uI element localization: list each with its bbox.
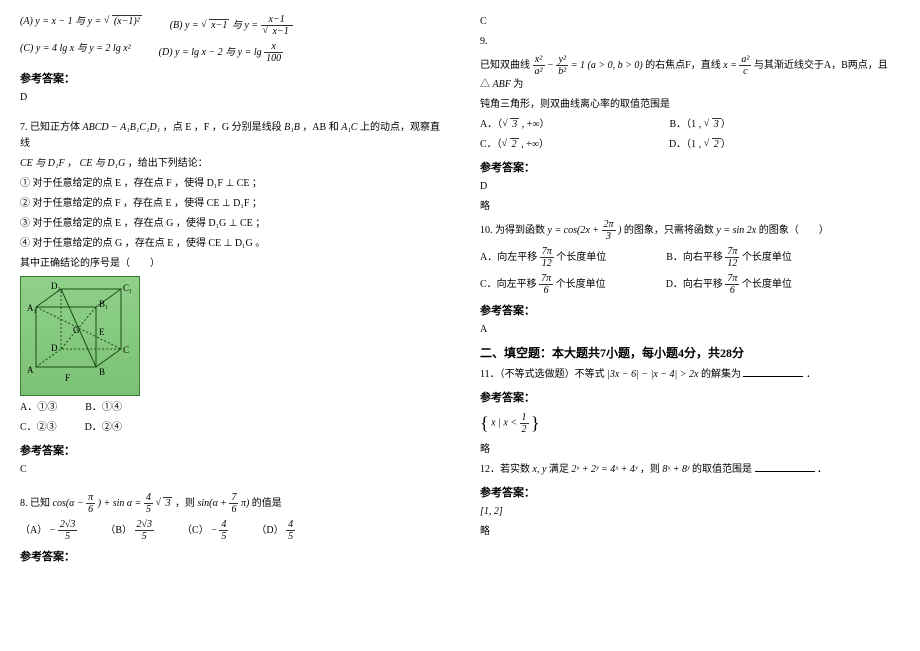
answer-label: 参考答案：	[480, 302, 900, 318]
svg-text:C₁: C₁	[123, 283, 132, 293]
q8-A: （A） − 2√35	[20, 519, 77, 542]
svg-text:C: C	[123, 345, 129, 355]
q10-row2: C．向左平移 7π6 个长度单位 D．向右平移 7π6 个长度单位	[480, 273, 900, 296]
q8-D: （D） 45	[256, 519, 295, 542]
q7-answer: C	[20, 462, 440, 478]
svg-text:A₁: A₁	[27, 303, 37, 313]
q10-C: C．向左平移 7π6 个长度单位	[480, 273, 606, 296]
q7-options-1: A．①③ B．①④	[20, 400, 440, 416]
q6-options-row1: (A) y = x − 1 与 y = (x−1)² (B) y = x−1 与…	[20, 14, 440, 37]
q9-B: B．（1 , 3）	[670, 117, 731, 133]
svg-text:G: G	[73, 325, 80, 335]
q9-D: D．（1 , 2）	[669, 137, 731, 153]
svg-text:E: E	[99, 327, 105, 337]
q7-s3: ③ 对于任意给定的点 E ，存在点 G ，使得 D₁G ⊥ CE ；	[20, 216, 440, 232]
q10-row1: A．向左平移 7π12 个长度单位 B．向右平移 7π12 个长度单位	[480, 246, 900, 269]
answer-label: 参考答案：	[20, 442, 440, 458]
q7-s1: ① 对于任意给定的点 E ，存在点 F ，使得 D₁F ⊥ CE ；	[20, 176, 440, 192]
answer-label: 参考答案：	[20, 70, 440, 86]
svg-text:B₁: B₁	[99, 299, 108, 309]
q6-optA: (A) y = x − 1 与 y = (x−1)²	[20, 14, 142, 37]
answer-label: 参考答案：	[20, 548, 440, 564]
q11-stem: 11．（不等式选做题）不等式 |3x − 6| − |x − 4| > 2x 的…	[480, 367, 900, 383]
q6-options-row2: (C) y = 4 lg x 与 y = 2 lg x² (D) y = lg …	[20, 41, 440, 64]
q9-A: A．（3 , +∞）	[480, 117, 550, 133]
answer-label: 参考答案：	[480, 484, 900, 500]
lue: 略	[480, 199, 900, 215]
blank	[755, 463, 815, 472]
svg-text:D₁: D₁	[51, 281, 61, 291]
q9-row1: A．（3 , +∞） B．（1 , 3）	[480, 117, 900, 133]
q6-optB: (B) y = x−1 与 y = x−1 x−1	[170, 14, 293, 37]
q7-stem-line2: CE 与 D₁F ， CE 与 D₁G ，给出下列结论：	[20, 156, 440, 172]
svg-text:F: F	[65, 373, 70, 383]
blank	[743, 368, 803, 377]
answer-label: 参考答案：	[480, 389, 900, 405]
svg-text:B: B	[99, 367, 105, 377]
q8-options: （A） − 2√35 （B） 2√35 （C） − 45 （D） 45	[20, 519, 440, 542]
left-column: (A) y = x − 1 与 y = (x−1)² (B) y = x−1 与…	[0, 0, 460, 651]
q9-C: C．（2 , +∞）	[480, 137, 549, 153]
q9-stem-1: 已知双曲线 x²a² − y²b² = 1 (a > 0, b > 0) 的右焦…	[480, 54, 900, 93]
q9-answer: D	[480, 179, 900, 195]
q10-answer: A	[480, 322, 900, 338]
lue: 略	[480, 524, 900, 540]
cube-figure: A₁ B₁ C₁ D₁ A B C D E F G	[20, 276, 140, 396]
q8-stem: 8. 已知 cos(α − π 6 ) + sin α = 4 5 3 ，则 s…	[20, 492, 440, 515]
q8-C: （C） − 45	[182, 519, 228, 542]
q9-stem-2: 钝角三角形，则双曲线离心率的取值范围是	[480, 97, 900, 113]
q12-answer: [1, 2]	[480, 504, 900, 520]
section2-title: 二、填空题：本大题共7小题，每小题4分，共28分	[480, 344, 900, 361]
svg-text:A: A	[27, 365, 34, 375]
svg-text:D: D	[51, 343, 58, 353]
q7-s4: ④ 对于任意给定的点 G ，存在点 E ，使得 CE ⊥ D₁G 。	[20, 236, 440, 252]
right-column: C 9. 已知双曲线 x²a² − y²b² = 1 (a > 0, b > 0…	[460, 0, 920, 651]
answer-label: 参考答案：	[480, 159, 900, 175]
q6-optD: (D) y = lg x − 2 与 y = lg x 100	[159, 41, 284, 64]
q7-stem-line1: 7. 已知正方体 ABCD − A₁B₁C₁D₁ ，点 E ，F ，G 分别是线…	[20, 120, 440, 152]
q7-options-2: C．②③ D．②④	[20, 420, 440, 436]
q7-conclude: 其中正确结论的序号是（ ）	[20, 256, 440, 272]
q10-D: D．向右平移 7π6 个长度单位	[666, 273, 792, 296]
q11-answer: { x | x < 12 }	[480, 409, 900, 438]
q8-B: （B） 2√35	[105, 519, 154, 542]
lue: 略	[480, 442, 900, 458]
q10-A: A．向左平移 7π12 个长度单位	[480, 246, 606, 269]
q10-stem: 10. 为得到函数 y = cos(2x + 2π3 ) 的图象，只需将函数 y…	[480, 219, 900, 242]
q12-stem: 12．若实数 x, y 满足 2ˣ + 2ʸ = 4ˣ + 4ʸ ，则 8ˣ +…	[480, 462, 900, 478]
q6-answer: D	[20, 90, 440, 106]
q7-s2: ② 对于任意给定的点 F ，存在点 E ，使得 CE ⊥ D₁F ；	[20, 196, 440, 212]
q8-answer: C	[480, 14, 900, 30]
q9-number: 9.	[480, 34, 900, 50]
q9-row2: C．（2 , +∞） D．（1 , 2）	[480, 137, 900, 153]
q6-optC: (C) y = 4 lg x 与 y = 2 lg x²	[20, 41, 131, 64]
q10-B: B．向右平移 7π12 个长度单位	[666, 246, 792, 269]
